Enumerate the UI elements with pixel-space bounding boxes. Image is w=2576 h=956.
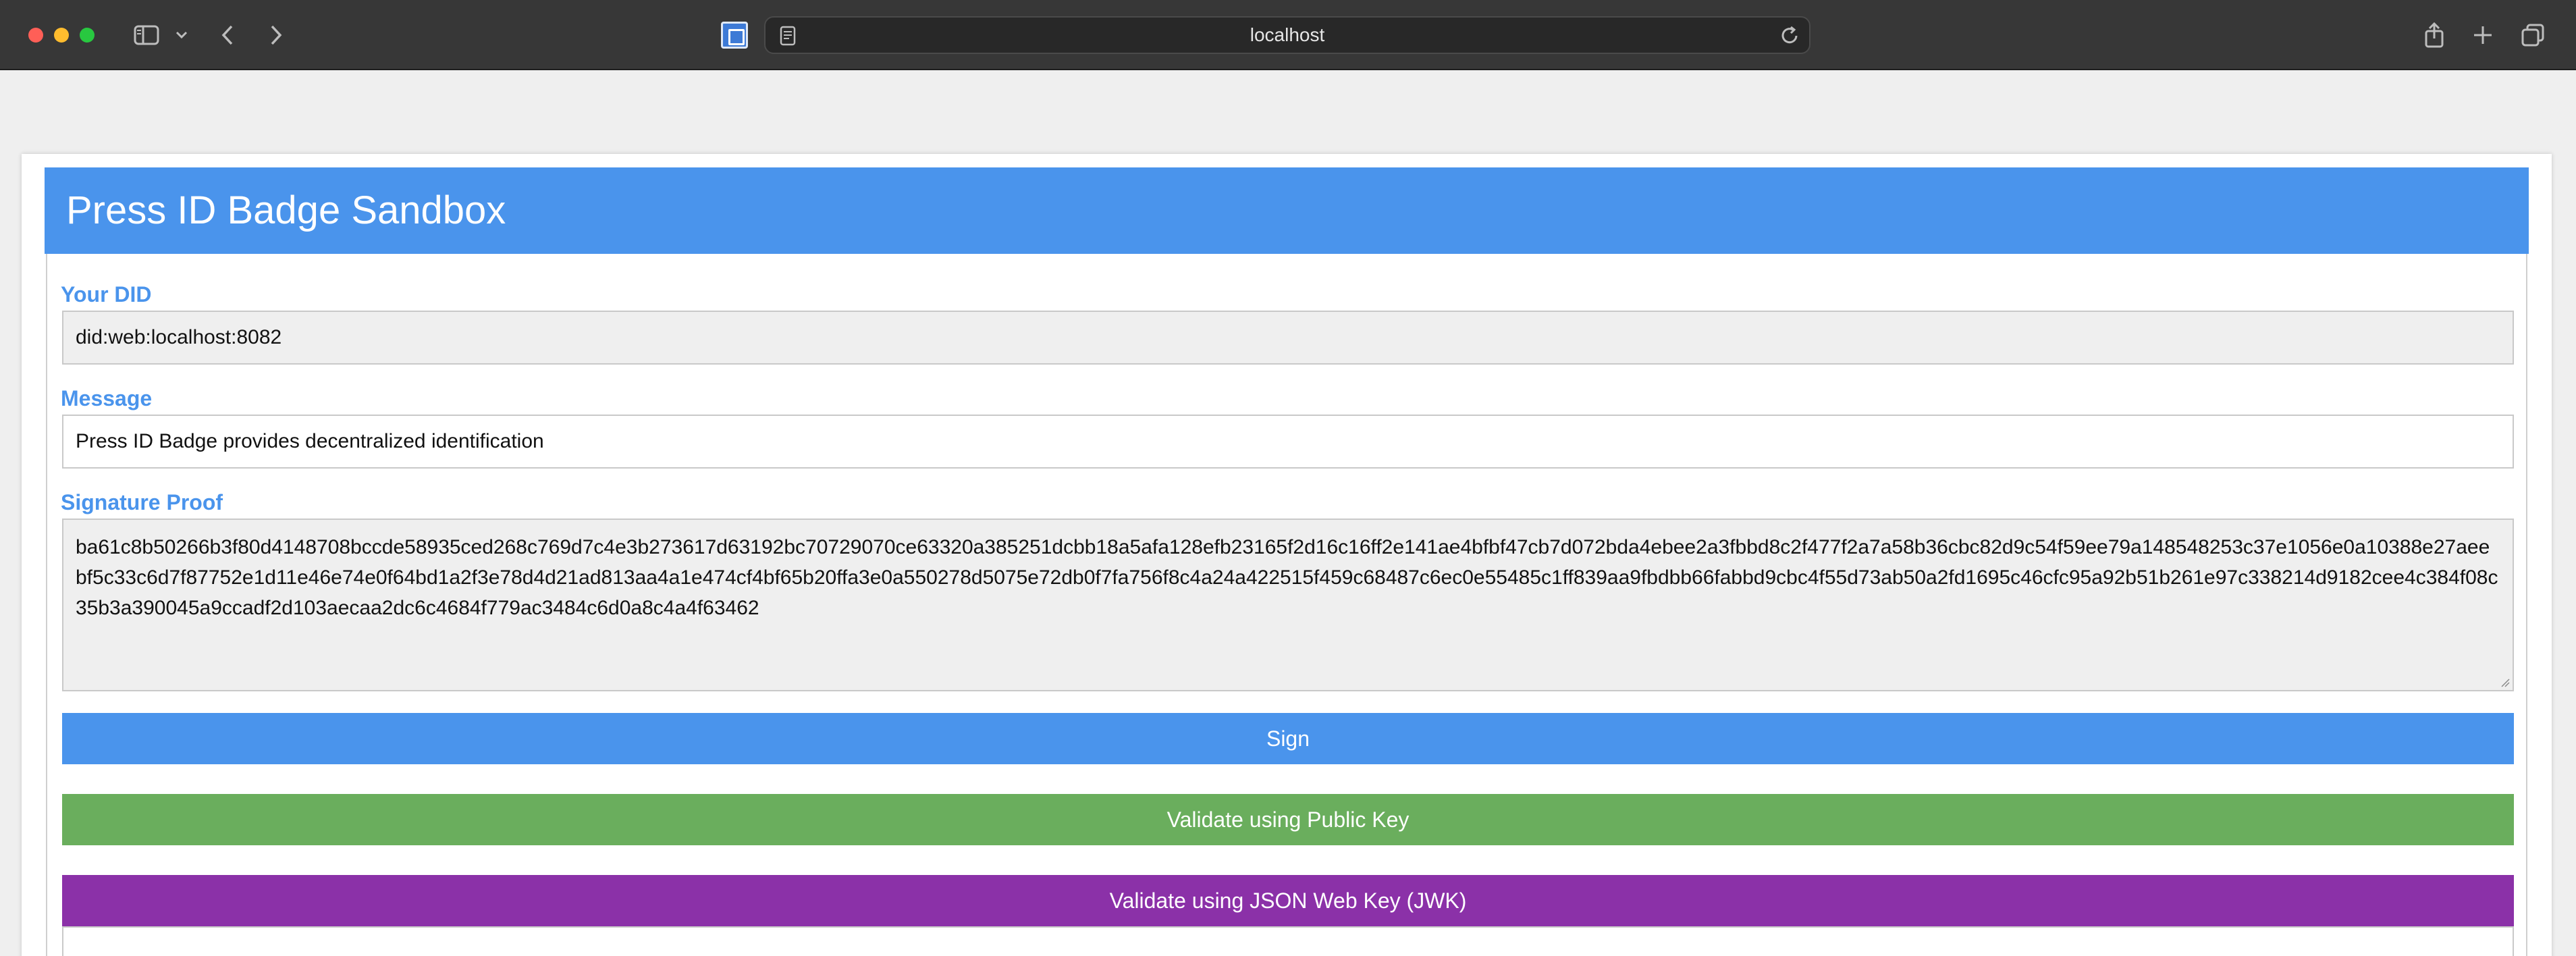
app-header: Press ID Badge Sandbox	[45, 167, 2529, 254]
did-value: did:web:localhost:8082	[76, 326, 282, 348]
chevron-down-icon[interactable]	[173, 20, 190, 50]
resize-handle-icon[interactable]	[2499, 676, 2510, 687]
signature-value: ba61c8b50266b3f80d4148708bccde58935ced26…	[76, 536, 2498, 619]
page-title: Press ID Badge Sandbox	[66, 188, 506, 232]
share-icon[interactable]	[2422, 20, 2446, 50]
site-favicon-icon	[721, 22, 748, 49]
sidebar-icon[interactable]	[132, 20, 161, 50]
sign-button[interactable]: Sign	[62, 713, 2514, 764]
reload-icon[interactable]	[1778, 21, 1801, 51]
close-window-button[interactable]	[28, 28, 43, 43]
validate-jwk-button[interactable]: Validate using JSON Web Key (JWK)	[62, 875, 2514, 926]
plus-icon[interactable]	[2471, 20, 2495, 50]
message-field[interactable]: Press ID Badge provides decentralized id…	[62, 415, 2514, 469]
message-label: Message	[61, 386, 153, 410]
browser-titlebar: localhost	[0, 0, 2576, 70]
forward-icon[interactable]	[266, 20, 286, 50]
signature-textarea[interactable]: ba61c8b50266b3f80d4148708bccde58935ced26…	[62, 519, 2514, 691]
page-card: Press ID Badge Sandbox Your DID did:web:…	[22, 154, 2552, 956]
tabs-overview-icon[interactable]	[2521, 20, 2545, 50]
zoom-window-button[interactable]	[80, 28, 95, 43]
validate-public-key-button[interactable]: Validate using Public Key	[62, 794, 2514, 845]
message-value: Press ID Badge provides decentralized id…	[76, 430, 544, 452]
did-label: Your DID	[61, 282, 152, 307]
minimize-window-button[interactable]	[54, 28, 69, 43]
signature-label: Signature Proof	[61, 490, 223, 514]
address-bar[interactable]: localhost	[764, 16, 1810, 54]
back-icon[interactable]	[217, 20, 238, 50]
did-field[interactable]: did:web:localhost:8082	[62, 311, 2514, 365]
url-text[interactable]: localhost	[766, 18, 1809, 53]
form-container: Your DID did:web:localhost:8082 Message …	[46, 254, 2527, 956]
result-field[interactable]	[62, 926, 2514, 956]
